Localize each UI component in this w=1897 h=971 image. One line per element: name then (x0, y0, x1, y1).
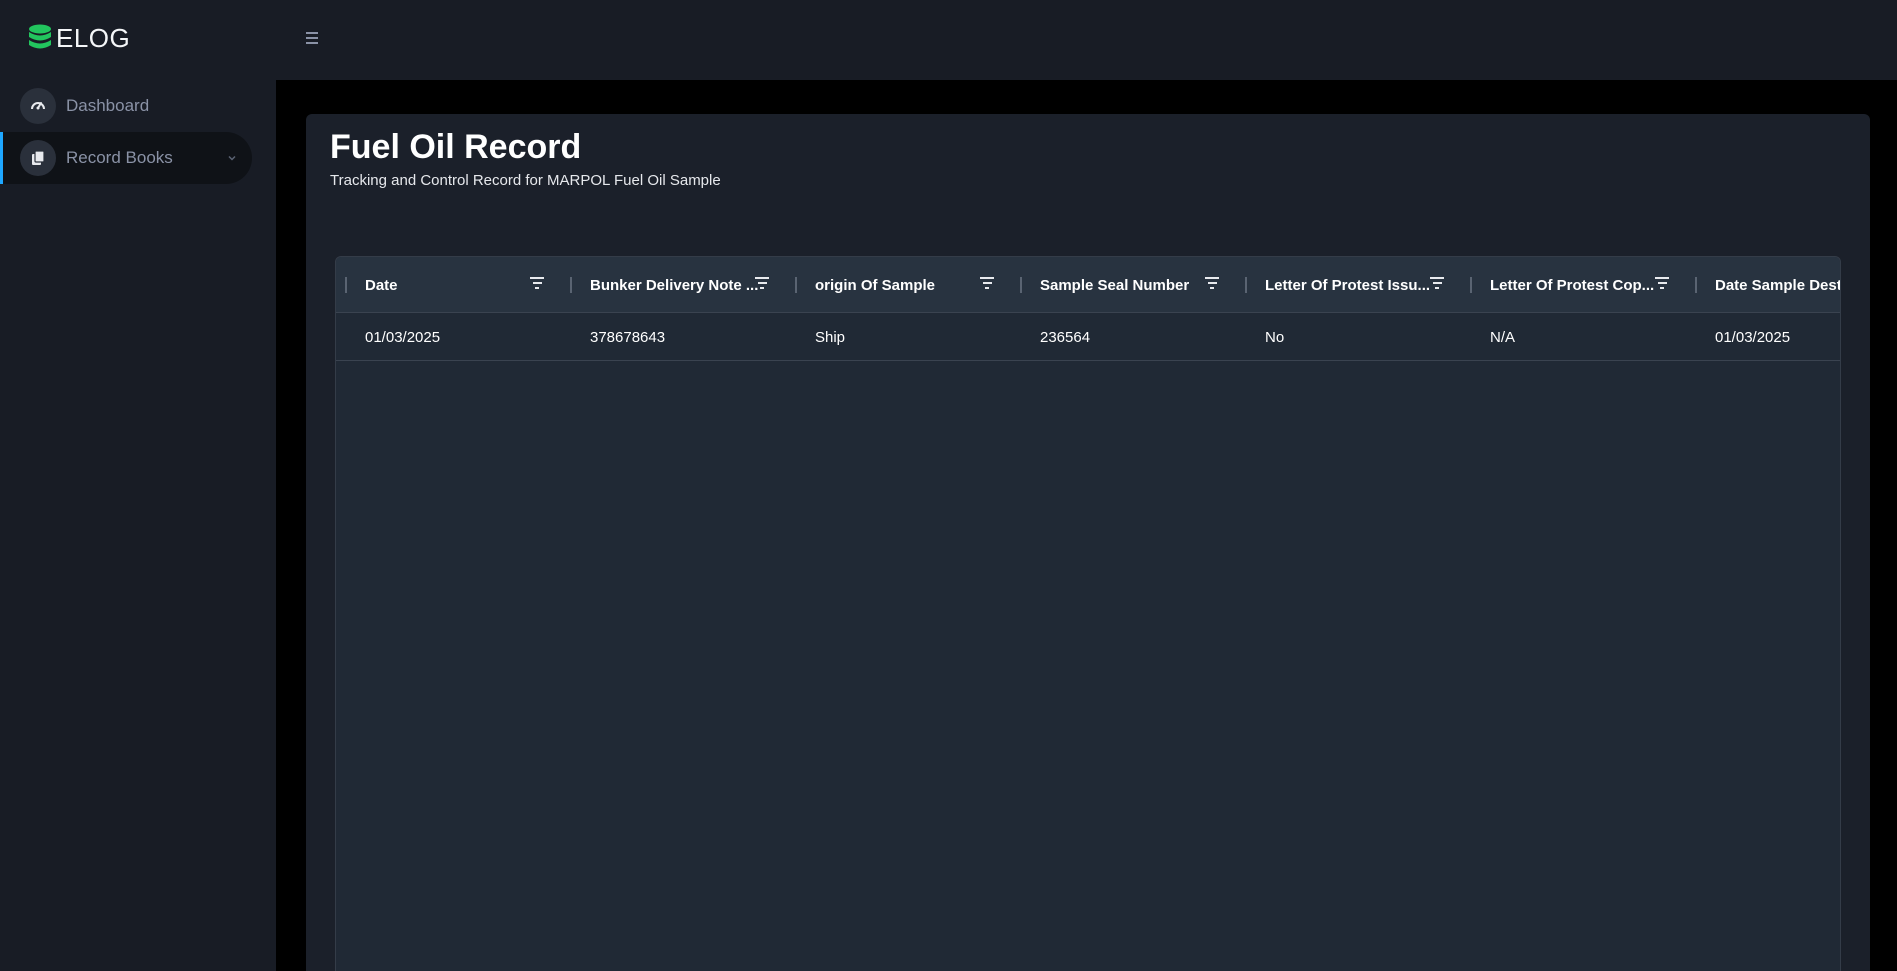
speedometer-icon (20, 88, 56, 124)
column-title: Date Sample Dest (1715, 276, 1841, 294)
column-header-origin-of-sample[interactable]: origin Of Sample (786, 257, 1011, 313)
column-header-date-sample-dest[interactable]: Date Sample Dest (1686, 257, 1841, 313)
database-icon (28, 24, 52, 52)
table-cell: 01/03/2025 (365, 328, 441, 346)
filter-icon[interactable] (1204, 277, 1220, 291)
page-subtitle: Tracking and Control Record for MARPOL F… (330, 172, 721, 189)
column-title: Date (365, 276, 398, 294)
column-header-bunker-delivery-note[interactable]: Bunker Delivery Note ... (561, 257, 786, 313)
brand-name: ELOG (56, 22, 131, 53)
column-title: Letter Of Protest Issu... (1265, 276, 1431, 294)
column-title: Letter Of Protest Cop... (1490, 276, 1655, 294)
column-title: Bunker Delivery Note ... (590, 276, 759, 294)
filter-icon[interactable] (1429, 277, 1445, 291)
app-root: ELOG Dashboard Record Books Fuel Oil Rec… (0, 0, 1897, 971)
sidebar-item-dashboard[interactable]: Dashboard (0, 80, 252, 132)
content-card: Fuel Oil Record Tracking and Control Rec… (306, 114, 1870, 971)
table-cell: 378678643 (590, 328, 666, 346)
books-icon (20, 140, 56, 176)
column-header-sample-seal-number[interactable]: Sample Seal Number (1011, 257, 1236, 313)
column-title: Sample Seal Number (1040, 276, 1190, 294)
column-header-date[interactable]: Date (336, 257, 561, 313)
sidebar: ELOG Dashboard Record Books (0, 0, 276, 971)
filter-icon[interactable] (1654, 277, 1670, 291)
table-row[interactable]: 01/03/2025 378678643 Ship 236564 No N/A … (336, 313, 1840, 361)
column-header-letter-of-protest-copy[interactable]: Letter Of Protest Cop... (1461, 257, 1686, 313)
table-cell: 236564 (1040, 328, 1091, 346)
page-title: Fuel Oil Record (330, 128, 582, 166)
sidebar-nav: Dashboard Record Books (0, 80, 276, 184)
column-title: origin Of Sample (815, 276, 936, 294)
data-grid: Date Bunker Delivery Note ... origin Of … (335, 256, 1841, 971)
sidebar-item-label: Record Books (66, 148, 173, 167)
brand-logo[interactable]: ELOG (28, 22, 130, 54)
topbar (276, 0, 1897, 80)
table-cell: No (1265, 328, 1285, 346)
filter-icon[interactable] (754, 277, 770, 291)
menu-toggle-icon[interactable] (306, 30, 322, 46)
column-header-letter-of-protest-issued[interactable]: Letter Of Protest Issu... (1236, 257, 1461, 313)
chevron-down-icon[interactable] (226, 151, 238, 169)
table-cell: 01/03/2025 (1715, 328, 1791, 346)
filter-icon[interactable] (979, 277, 995, 291)
table-cell: Ship (815, 328, 846, 346)
table-cell: N/A (1490, 328, 1516, 346)
sidebar-item-record-books[interactable]: Record Books (0, 132, 252, 184)
sidebar-item-label: Dashboard (66, 96, 150, 115)
grid-header: Date Bunker Delivery Note ... origin Of … (336, 257, 1841, 313)
filter-icon[interactable] (529, 277, 545, 291)
